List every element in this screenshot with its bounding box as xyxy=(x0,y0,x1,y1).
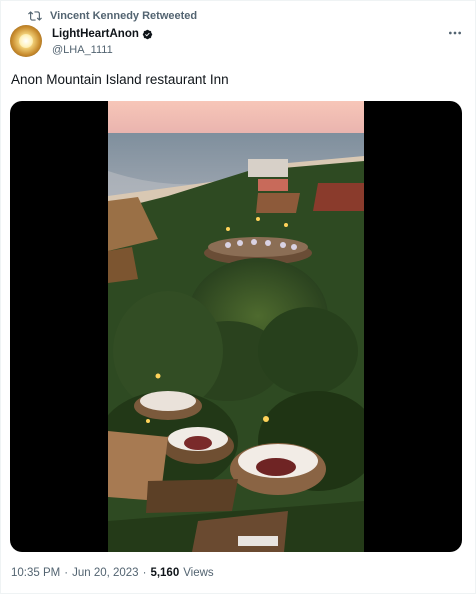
separator: · xyxy=(142,567,147,579)
separator: · xyxy=(64,567,69,579)
verified-badge-icon xyxy=(142,29,153,39)
display-name[interactable]: LightHeartAnon xyxy=(52,28,139,40)
user-info: LightHeartAnon @LHA_1111 xyxy=(52,27,153,56)
more-options-button[interactable] xyxy=(447,25,463,41)
avatar-glow xyxy=(19,34,33,48)
user-handle[interactable]: @LHA_1111 xyxy=(52,44,153,56)
more-options-icon xyxy=(449,31,461,35)
tweet-text: Anon Mountain Island restaurant Inn xyxy=(11,72,229,87)
retweet-context[interactable]: Vincent Kennedy Retweeted xyxy=(28,9,197,23)
aerial-restaurant-scene xyxy=(108,101,364,552)
views-label: Views xyxy=(183,567,214,579)
tweet-metadata: 10:35 PM · Jun 20, 2023 · 5,160 Views xyxy=(11,567,214,579)
avatar[interactable] xyxy=(10,25,42,57)
retweet-label: Vincent Kennedy Retweeted xyxy=(50,10,198,22)
tweet-date[interactable]: Jun 20, 2023 xyxy=(72,567,139,579)
tweet-card[interactable]: Vincent Kennedy Retweeted LightHeartAnon… xyxy=(0,0,476,594)
video-thumbnail[interactable] xyxy=(108,101,364,552)
tweet-time[interactable]: 10:35 PM xyxy=(11,567,60,579)
video-player[interactable] xyxy=(10,101,462,552)
display-name-row: LightHeartAnon xyxy=(52,27,153,41)
retweet-icon xyxy=(28,11,42,21)
views-count: 5,160 xyxy=(150,567,180,579)
